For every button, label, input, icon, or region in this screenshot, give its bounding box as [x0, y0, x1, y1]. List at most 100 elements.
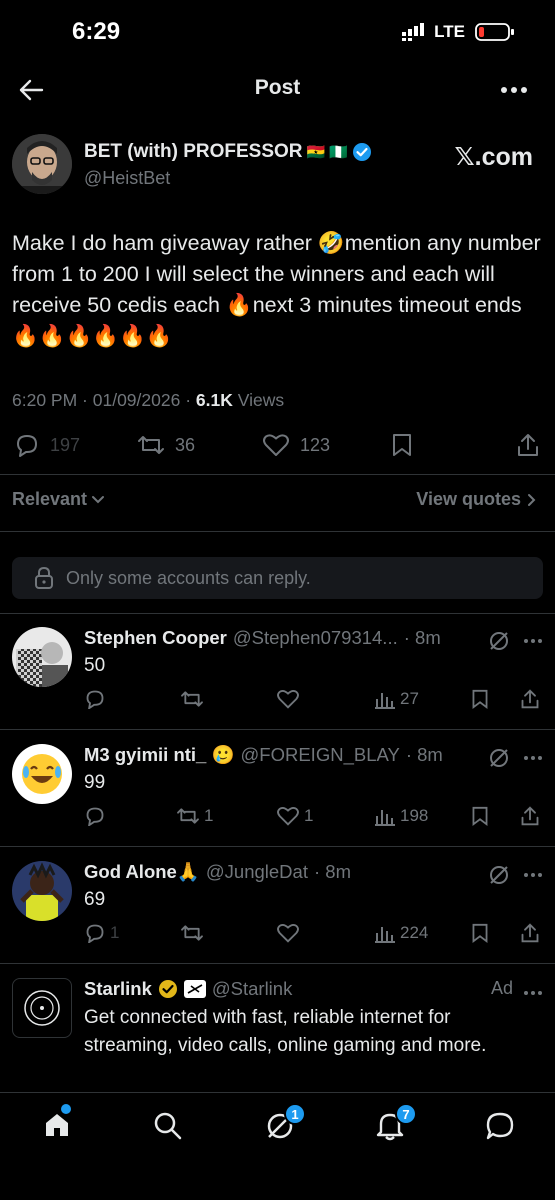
share-button[interactable] — [516, 432, 540, 458]
repost-icon — [137, 433, 165, 457]
heart-icon — [276, 689, 300, 709]
reply-icon — [84, 806, 106, 826]
reply-button[interactable]: 197 — [14, 433, 80, 457]
ad-header: Starlink @Starlink — [84, 978, 292, 1000]
reply-avatar[interactable] — [12, 744, 72, 804]
grok-badge: 1 — [284, 1103, 306, 1125]
reply-more-icon[interactable] — [523, 638, 543, 644]
post-date: 01/09/2026 — [92, 390, 181, 410]
ad-label: Ad — [490, 978, 513, 998]
ad-author-name[interactable]: Starlink — [84, 978, 152, 1000]
heart-icon — [276, 806, 300, 826]
reply-text: 69 — [84, 889, 106, 910]
ad-author-handle[interactable]: @Starlink — [212, 978, 292, 1000]
reply-share-icon[interactable] — [520, 922, 540, 944]
like-count: 123 — [300, 434, 331, 455]
view-quotes-link[interactable]: View quotes — [416, 489, 537, 510]
lock-icon — [34, 567, 54, 589]
reply-avatar[interactable] — [12, 861, 72, 921]
reply-icon — [84, 923, 106, 943]
home-icon[interactable] — [43, 1111, 71, 1139]
reply-item[interactable]: Stephen Cooper @Stephen079314... · 8m 50… — [0, 613, 555, 729]
reply-more-icon[interactable] — [523, 872, 543, 878]
home-unread-dot — [61, 1104, 71, 1114]
ad-text: Get connected with fast, reliable intern… — [84, 1007, 487, 1056]
like-button[interactable]: 123 — [262, 433, 330, 457]
reply-share-icon[interactable] — [520, 805, 540, 827]
more-options-icon[interactable] — [501, 86, 527, 94]
heart-icon — [276, 923, 300, 943]
reply-author-handle[interactable]: @JungleDat — [206, 861, 308, 883]
reply-author-name[interactable]: M3 gyimii nti_ 🥲 — [84, 744, 235, 766]
reply-bookmark-icon[interactable] — [471, 689, 489, 709]
divider — [0, 474, 555, 475]
network-type: LTE — [434, 22, 465, 41]
notifications-badge: 7 — [395, 1103, 417, 1125]
reply-text: 50 — [84, 655, 106, 676]
reply-restriction-text: Only some accounts can reply. — [66, 567, 311, 588]
reply-avatar[interactable] — [12, 627, 72, 687]
grok-icon[interactable] — [488, 864, 510, 886]
chevron-down-icon — [91, 495, 105, 505]
reply-more-icon[interactable] — [523, 755, 543, 761]
grok-icon[interactable] — [488, 747, 510, 769]
reply-author-name[interactable]: God Alone🙏 — [84, 861, 200, 883]
views-label: Views — [237, 390, 285, 410]
reply-repost-button[interactable] — [180, 689, 208, 709]
views-count: 6.1K — [195, 390, 233, 410]
search-icon[interactable] — [153, 1111, 183, 1141]
reply-author-name[interactable]: Stephen Cooper — [84, 627, 227, 649]
affiliate-logo-icon — [183, 980, 206, 998]
repost-button[interactable]: 36 — [137, 433, 195, 457]
x-watermark: 𝕏.com — [454, 143, 534, 171]
messages-icon[interactable] — [485, 1111, 515, 1141]
analytics-icon — [374, 689, 396, 709]
repost-icon — [176, 806, 200, 826]
author-flags: 🇬🇭 🇳🇬 — [306, 144, 349, 161]
reply-reply-button[interactable] — [84, 689, 110, 709]
reply-bookmark-icon[interactable] — [471, 923, 489, 943]
reply-header: M3 gyimii nti_ 🥲 @FOREIGN_BLAY · 8m — [84, 744, 443, 766]
reply-views-button[interactable]: 27 — [374, 689, 419, 709]
reply-icon — [84, 689, 106, 709]
gold-verified-badge-icon — [158, 979, 178, 999]
reply-count: 197 — [50, 434, 81, 455]
reply-repost-button[interactable] — [180, 923, 208, 943]
post-time: 6:20 PM — [12, 390, 78, 410]
reply-like-button[interactable]: 1 — [276, 806, 313, 826]
reply-reply-button[interactable]: 1 — [84, 923, 119, 943]
battery-icon — [475, 22, 515, 42]
reply-item[interactable]: God Alone🙏 @JungleDat · 8m 69 1 224 — [0, 847, 555, 963]
bottom-nav: 1 7 — [0, 1092, 555, 1200]
reply-share-icon[interactable] — [520, 688, 540, 710]
author-name[interactable]: BET (with) PROFESSOR 🇬🇭 🇳🇬 — [84, 141, 372, 163]
sort-label: Relevant — [12, 489, 88, 509]
reply-author-handle[interactable]: @Stephen079314... — [233, 627, 398, 649]
reply-like-button[interactable] — [276, 923, 304, 943]
sort-dropdown[interactable]: Relevant — [12, 489, 105, 510]
status-icons: LTE — [402, 22, 515, 42]
author-handle[interactable]: @HeistBet — [84, 168, 170, 189]
page-title: Post — [254, 76, 301, 99]
reply-time: · 8m — [313, 861, 351, 882]
reply-like-button[interactable] — [276, 689, 304, 709]
reply-header: God Alone🙏 @JungleDat · 8m — [84, 861, 351, 883]
reply-restriction-banner: Only some accounts can reply. — [12, 557, 543, 599]
bookmark-button[interactable] — [391, 433, 413, 457]
status-time: 6:29 — [72, 18, 121, 45]
reply-author-handle[interactable]: @FOREIGN_BLAY — [241, 744, 400, 766]
grok-icon[interactable] — [488, 630, 510, 652]
reply-time: · 8m — [405, 744, 443, 765]
ad-avatar[interactable] — [12, 978, 72, 1038]
reply-item[interactable]: M3 gyimii nti_ 🥲 @FOREIGN_BLAY · 8m 99 1… — [0, 730, 555, 846]
ad-more-icon[interactable] — [523, 990, 543, 996]
signal-icon — [402, 23, 425, 41]
heart-icon — [262, 433, 290, 457]
reply-repost-button[interactable]: 1 — [176, 806, 213, 826]
reply-reply-button[interactable] — [84, 806, 110, 826]
reply-views-button[interactable]: 224 — [374, 923, 428, 943]
author-avatar[interactable] — [12, 134, 72, 194]
reply-views-button[interactable]: 198 — [374, 806, 428, 826]
reply-bookmark-icon[interactable] — [471, 806, 489, 826]
reply-time: · 8m — [403, 627, 441, 648]
